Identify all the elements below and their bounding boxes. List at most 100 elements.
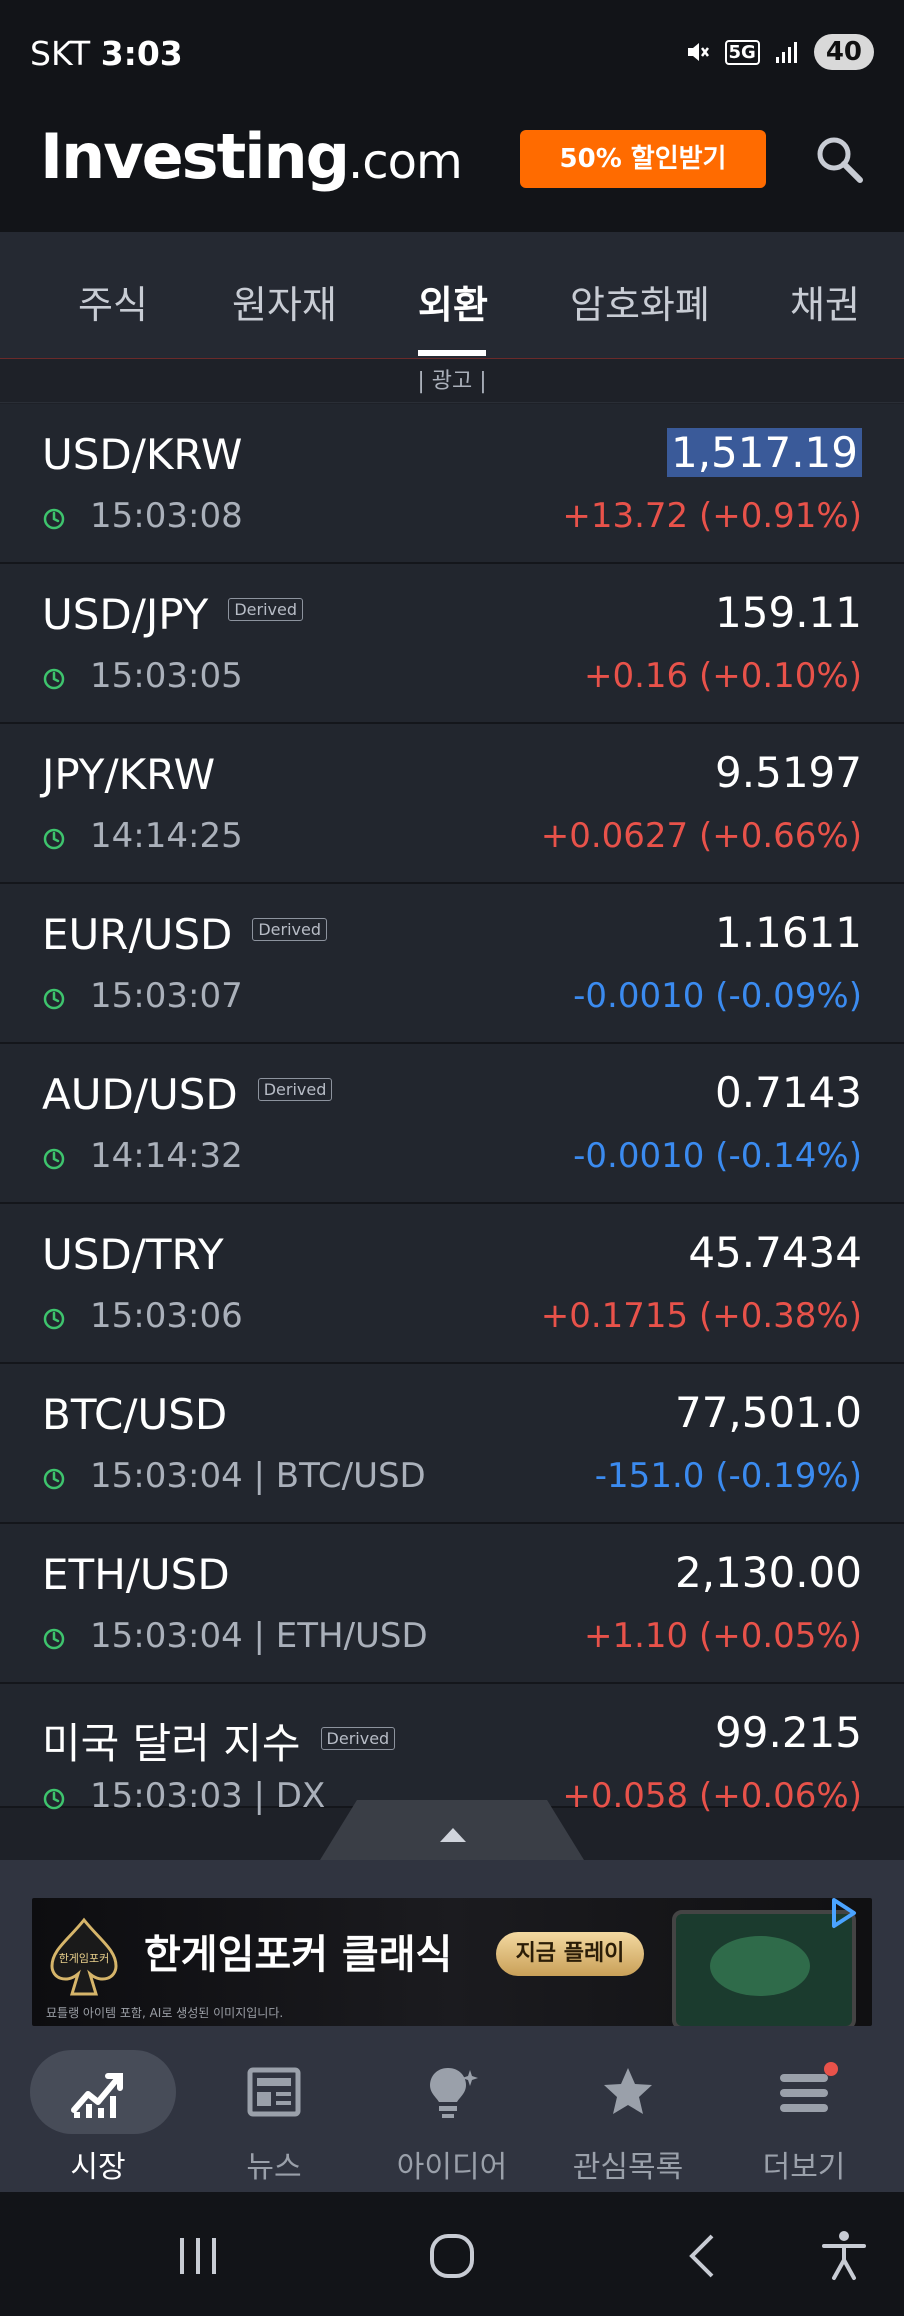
status-bar: SKT 3:03 5G 40 [0, 0, 904, 110]
investing-logo[interactable]: Investing.com [40, 120, 463, 193]
battery-icon: 40 [813, 34, 874, 70]
home-icon[interactable] [424, 2228, 480, 2284]
quote-price: 0.7143 [715, 1068, 862, 1117]
notification-dot [824, 2062, 838, 2076]
collapse-handle[interactable] [0, 1800, 904, 1860]
tab-stocks[interactable]: 주식 [78, 274, 148, 329]
nav-watchlist[interactable]: 관심목록 [540, 2046, 716, 2192]
nav-more[interactable]: 더보기 [716, 2046, 892, 2192]
idea-icon [430, 2068, 478, 2118]
ad-label: | 광고 | [0, 362, 904, 403]
quote-row[interactable]: USD/KRW 15:03:08 1,517.19 +13.72 (+0.91%) [0, 404, 904, 564]
nav-markets[interactable]: 시장 [10, 2046, 186, 2192]
quote-change: +0.16 (+0.10%) [583, 656, 862, 696]
recent-apps-icon[interactable] [170, 2228, 226, 2284]
instrument-name: EUR/USD Derived [42, 910, 328, 959]
signal-icon [775, 42, 797, 63]
clock-icon [43, 1468, 65, 1490]
quote-price: 1.1611 [715, 908, 862, 957]
quote-time: 14:14:32 [90, 1136, 243, 1176]
app-header: Investing.com 50% 할인받기 [0, 110, 904, 232]
derived-badge: Derived [320, 1727, 396, 1750]
chevron-up-icon [440, 1828, 466, 1842]
nav-label-news: 뉴스 [246, 2150, 302, 2185]
quote-time: 15:03:05 [90, 656, 243, 696]
quote-price: 159.11 [715, 588, 862, 637]
network-label: 5G [724, 39, 760, 65]
spade-logo-icon: 한게임포커 [50, 1917, 118, 1996]
active-tab-indicator [418, 350, 486, 356]
ad-fine-print: 묘틀랭 아이템 포함, AI로 생성된 이미지입니다. [46, 2006, 284, 2020]
clock-icon [43, 1628, 65, 1650]
bottom-navigation: 시장 뉴스 아이디어 관심목록 더보기 [0, 2046, 904, 2192]
clock-icon [43, 508, 65, 530]
quote-time: 15:03:04 | ETH/USD [90, 1616, 428, 1656]
quote-price: 99.215 [715, 1708, 862, 1757]
quote-time: 15:03:04 | BTC/USD [90, 1456, 426, 1496]
status-icons: 5G 40 [685, 34, 874, 70]
quote-price: 9.5197 [715, 748, 862, 797]
quote-price: 2,130.00 [674, 1548, 862, 1597]
quote-change: +0.1715 (+0.38%) [540, 1296, 862, 1336]
derived-badge: Derived [252, 918, 328, 941]
ad-play-button[interactable]: 지금 플레이 [496, 1932, 644, 1976]
quote-row[interactable]: ETH/USD 15:03:04 | ETH/USD 2,130.00 +1.10 (… [0, 1524, 904, 1684]
quote-row[interactable]: USD/TRY 15:03:06 45.7434 +0.1715 (+0.38%) [0, 1204, 904, 1364]
carrier-name: SKT [30, 34, 91, 73]
tab-forex[interactable]: 외환 [418, 274, 488, 329]
quote-price: 1,517.19 [666, 428, 862, 477]
quote-change: +1.10 (+0.05%) [583, 1616, 862, 1656]
quote-change: -0.0010 (-0.14%) [573, 1136, 862, 1176]
category-tabs: 주식 원자재 외환 암호화폐 채권 [0, 232, 904, 359]
ad-area: 한게임포커 한게임포커 클래식 지금 플레이 묘틀랭 아이템 포함, AI로 생… [0, 1860, 904, 2046]
tab-commodities[interactable]: 원자재 [232, 274, 337, 329]
instrument-name: USD/KRW [42, 430, 243, 479]
quote-change: -0.0010 (-0.09%) [573, 976, 862, 1016]
adchoices-icon[interactable] [826, 1896, 860, 1930]
ad-banner[interactable]: 한게임포커 한게임포커 클래식 지금 플레이 묘틀랭 아이템 포함, AI로 생… [32, 1898, 872, 2026]
quote-row[interactable]: AUD/USD Derived 14:14:32 0.7143 -0.0010 (-0.… [0, 1044, 904, 1204]
quote-row[interactable]: EUR/USD Derived 15:03:07 1.1611 -0.0010 (-0.… [0, 884, 904, 1044]
nav-news[interactable]: 뉴스 [186, 2046, 362, 2192]
clock-icon [43, 1148, 65, 1170]
quote-list: USD/KRW 15:03:08 1,517.19 +13.72 (+0.91%) US… [0, 404, 904, 1816]
derived-badge: Derived [257, 1078, 333, 1101]
quote-row[interactable]: JPY/KRW 14:14:25 9.5197 +0.0627 (+0.66%) [0, 724, 904, 884]
instrument-name: AUD/USD Derived [42, 1070, 333, 1119]
ad-title: 한게임포커 클래식 [144, 1932, 453, 1978]
instrument-name: USD/TRY [42, 1230, 224, 1279]
quote-time: 15:03:08 [90, 496, 243, 536]
accessibility-icon[interactable] [816, 2228, 872, 2284]
quote-price: 77,501.0 [674, 1388, 862, 1437]
clock-icon [43, 668, 65, 690]
quote-change: -151.0 (-0.19%) [594, 1456, 862, 1496]
news-icon [247, 2067, 301, 2117]
instrument-name: BTC/USD [42, 1390, 228, 1439]
quote-row[interactable]: 미국 달러 지수 Derived 15:03:03 | DX 99.215 +0.058… [0, 1684, 904, 1816]
chart-icon [71, 2073, 123, 2118]
quote-time: 15:03:07 [90, 976, 243, 1016]
tab-bonds[interactable]: 채권 [790, 274, 860, 329]
back-icon[interactable] [676, 2228, 732, 2284]
star-icon [604, 2068, 652, 2114]
quote-row[interactable]: USD/JPY Derived 15:03:05 159.11 +0.16 (+0.10… [0, 564, 904, 724]
quote-time: 14:14:25 [90, 816, 243, 856]
system-navigation [0, 2192, 904, 2316]
instrument-name: USD/JPY Derived [42, 590, 303, 639]
nav-label-more: 더보기 [762, 2150, 846, 2185]
quote-change: +13.72 (+0.91%) [562, 496, 862, 536]
quote-row[interactable]: BTC/USD 15:03:04 | BTC/USD 77,501.0 -151.0 … [0, 1364, 904, 1524]
nav-label-ideas: 아이디어 [396, 2150, 508, 2185]
promo-button[interactable]: 50% 할인받기 [520, 130, 766, 188]
nav-label-markets: 시장 [70, 2150, 126, 2185]
nav-ideas[interactable]: 아이디어 [364, 2046, 540, 2192]
tab-crypto[interactable]: 암호화폐 [570, 274, 710, 329]
search-icon[interactable] [812, 132, 868, 188]
mute-icon [687, 43, 709, 61]
quote-price: 45.7434 [688, 1228, 862, 1277]
nav-label-watchlist: 관심목록 [572, 2150, 684, 2185]
svg-text:한게임포커: 한게임포커 [59, 1952, 110, 1965]
clock-icon [43, 988, 65, 1010]
quote-change: +0.0627 (+0.66%) [540, 816, 862, 856]
clock-time: 3:03 [100, 34, 183, 73]
